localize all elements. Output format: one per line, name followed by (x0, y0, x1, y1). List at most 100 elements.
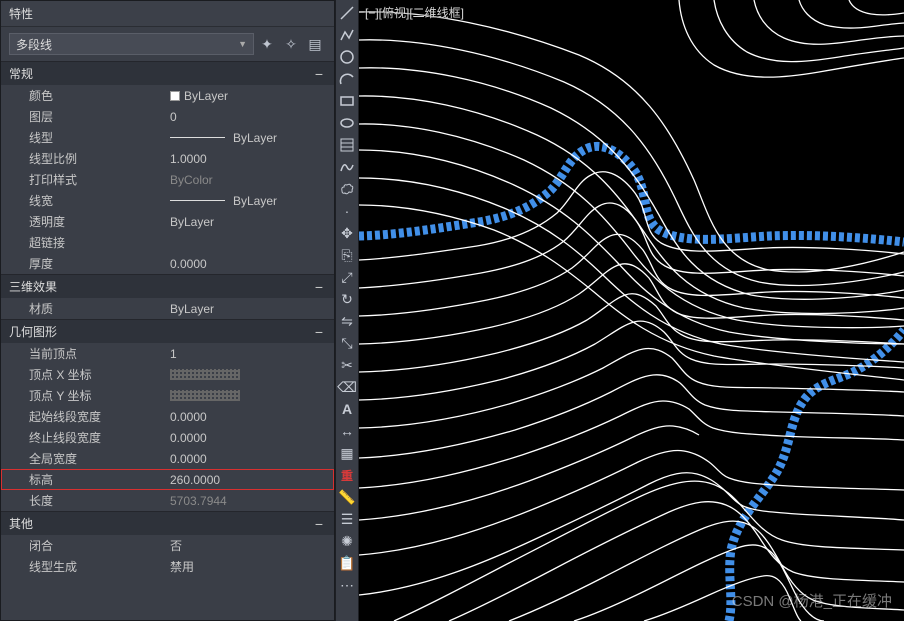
label-vertex-y: 顶点 Y 坐标 (1, 387, 166, 404)
tool-revcloud-icon[interactable] (336, 178, 358, 200)
tool-block-icon[interactable]: 重 (336, 464, 358, 486)
cat-effect3d-label: 三维效果 (9, 278, 57, 295)
label-length: 长度 (1, 492, 166, 509)
tool-light-icon[interactable]: ✺ (336, 530, 358, 552)
label-layer: 图层 (1, 108, 166, 125)
draw-toolstrip: · ✥ ⎘ ⤢ ↻ ⇋ ⤡ ✂ ⌫ A ↔ ▦ 重 📏 ☰ ✺ 📋 ⋯ (335, 0, 359, 621)
row-plotstyle[interactable]: 打印样式 ByColor (1, 169, 334, 190)
tool-dimension-icon[interactable]: ↔ (336, 420, 358, 442)
object-selector: 多段线 ▼ ✦ ✧ ▤ (1, 27, 334, 61)
viewport-label[interactable]: [−][俯视][二维线框] (365, 4, 464, 21)
object-type-dropdown[interactable]: 多段线 ▼ (9, 33, 254, 55)
row-end-width[interactable]: 终止线段宽度 0.0000 (1, 427, 334, 448)
value-vertex-x (166, 369, 334, 380)
select-objects-icon[interactable]: ▤ (304, 33, 326, 55)
tool-polyline-icon[interactable] (336, 24, 358, 46)
value-transparency: ByLayer (166, 215, 334, 229)
label-color: 颜色 (1, 87, 166, 104)
tool-scale-icon[interactable]: ⤡ (336, 332, 358, 354)
tool-copy-icon[interactable]: ⎘ (336, 244, 358, 266)
cat-general[interactable]: 常规 − (1, 61, 334, 85)
tool-trim-icon[interactable]: ✂ (336, 354, 358, 376)
object-type-label: 多段线 (16, 36, 52, 53)
tool-erase-icon[interactable]: ⌫ (336, 376, 358, 398)
cat-general-label: 常规 (9, 65, 33, 82)
value-lineweight: ByLayer (166, 194, 334, 208)
pick-add-icon[interactable]: ✧ (280, 33, 302, 55)
row-color[interactable]: 颜色 ByLayer (1, 85, 334, 106)
row-start-width[interactable]: 起始线段宽度 0.0000 (1, 406, 334, 427)
row-elevation[interactable]: 标高 260.0000 (1, 469, 334, 490)
row-current-vertex[interactable]: 当前顶点 1 (1, 343, 334, 364)
value-global-width: 0.0000 (166, 452, 334, 466)
tool-line-icon[interactable] (336, 2, 358, 24)
row-transparency[interactable]: 透明度 ByLayer (1, 211, 334, 232)
row-material[interactable]: 材质 ByLayer (1, 298, 334, 319)
row-thickness[interactable]: 厚度 0.0000 (1, 253, 334, 274)
row-ltgen[interactable]: 线型生成 禁用 (1, 556, 334, 577)
tool-measure-icon[interactable]: 📏 (336, 486, 358, 508)
tool-text-icon[interactable]: A (336, 398, 358, 420)
minus-icon: − (312, 516, 326, 532)
minus-icon: − (312, 279, 326, 295)
row-length[interactable]: 长度 5703.7944 (1, 490, 334, 511)
chevron-down-icon: ▼ (238, 39, 247, 49)
redacted-value-icon (170, 369, 240, 380)
tool-mirror-icon[interactable]: ⇋ (336, 310, 358, 332)
label-linetype: 线型 (1, 129, 166, 146)
tool-arc-icon[interactable] (336, 68, 358, 90)
tool-extra-icon[interactable]: ⋯ (336, 574, 358, 596)
cat-geometry[interactable]: 几何图形 − (1, 319, 334, 343)
tool-table-icon[interactable]: ▦ (336, 442, 358, 464)
value-closed: 否 (166, 537, 334, 554)
tool-move-icon[interactable]: ✥ (336, 222, 358, 244)
tool-stretch-icon[interactable]: ⤢ (336, 266, 358, 288)
value-material: ByLayer (166, 302, 334, 316)
row-closed[interactable]: 闭合 否 (1, 535, 334, 556)
contour-drawing (359, 0, 904, 621)
tool-rectangle-icon[interactable] (336, 90, 358, 112)
minus-icon: − (312, 66, 326, 82)
label-transparency: 透明度 (1, 213, 166, 230)
tool-paste-icon[interactable]: 📋 (336, 552, 358, 574)
tool-circle-icon[interactable] (336, 46, 358, 68)
row-lineweight[interactable]: 线宽 ByLayer (1, 190, 334, 211)
cat-other[interactable]: 其他 − (1, 511, 334, 535)
row-vertex-x[interactable]: 顶点 X 坐标 (1, 364, 334, 385)
value-elevation: 260.0000 (166, 473, 334, 487)
label-end-width: 终止线段宽度 (1, 429, 166, 446)
cat-effect3d[interactable]: 三维效果 − (1, 274, 334, 298)
value-layer: 0 (166, 110, 334, 124)
row-hyperlink[interactable]: 超链接 (1, 232, 334, 253)
label-material: 材质 (1, 300, 166, 317)
value-plotstyle: ByColor (166, 173, 334, 187)
minus-icon: − (312, 324, 326, 340)
tool-rotate-icon[interactable]: ↻ (336, 288, 358, 310)
quick-select-icon[interactable]: ✦ (256, 33, 278, 55)
row-linetype[interactable]: 线型 ByLayer (1, 127, 334, 148)
tool-spline-icon[interactable] (336, 156, 358, 178)
tool-point-icon[interactable]: · (336, 200, 358, 222)
value-color: ByLayer (166, 89, 334, 103)
tool-ellipse-icon[interactable] (336, 112, 358, 134)
value-linetype: ByLayer (166, 131, 334, 145)
lineweight-sample-icon (170, 200, 225, 201)
row-vertex-y[interactable]: 顶点 Y 坐标 (1, 385, 334, 406)
row-global-width[interactable]: 全局宽度 0.0000 (1, 448, 334, 469)
cat-other-label: 其他 (9, 515, 33, 532)
row-layer[interactable]: 图层 0 (1, 106, 334, 127)
value-vertex-y (166, 390, 334, 401)
redacted-value-icon (170, 390, 240, 401)
watermark: CSDN @杨港_正在缓冲 (732, 590, 892, 611)
tool-hatch-icon[interactable] (336, 134, 358, 156)
label-closed: 闭合 (1, 537, 166, 554)
value-current-vertex: 1 (166, 347, 334, 361)
linetype-sample-icon (170, 137, 225, 138)
label-start-width: 起始线段宽度 (1, 408, 166, 425)
label-plotstyle: 打印样式 (1, 171, 166, 188)
tool-layer-icon[interactable]: ☰ (336, 508, 358, 530)
row-ltscale[interactable]: 线型比例 1.0000 (1, 148, 334, 169)
label-ltgen: 线型生成 (1, 558, 166, 575)
viewport[interactable]: [−][俯视][二维线框] CSDN @杨港_正在缓冲 (359, 0, 904, 621)
properties-panel: 特性 多段线 ▼ ✦ ✧ ▤ 常规 − 颜色 ByLayer 图层 0 线型 B… (0, 0, 335, 621)
